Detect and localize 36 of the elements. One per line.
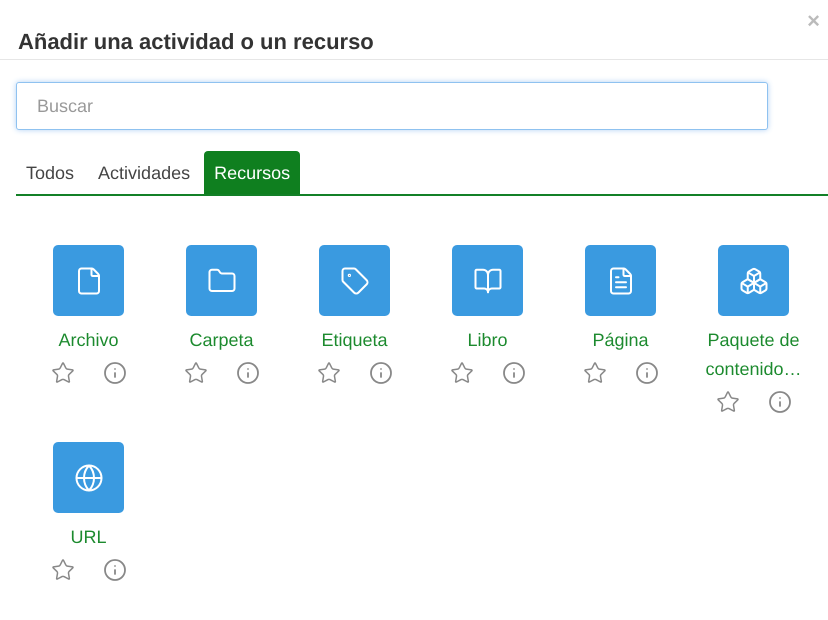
- resource-tile[interactable]: [53, 442, 124, 513]
- tab[interactable]: Todos: [16, 151, 84, 194]
- resource-tile[interactable]: [53, 245, 124, 316]
- star-button[interactable]: [184, 361, 208, 385]
- resource-name[interactable]: Archivo: [26, 326, 150, 355]
- star-button[interactable]: [50, 558, 74, 582]
- star-button[interactable]: [450, 361, 474, 385]
- resource-name[interactable]: URL: [26, 523, 150, 552]
- star-button[interactable]: [716, 390, 740, 414]
- info-button[interactable]: [768, 390, 792, 414]
- search-field[interactable]: Buscar: [16, 82, 768, 130]
- resource-name[interactable]: Paquete de contenido…: [692, 326, 816, 384]
- boxes-icon: [738, 266, 768, 296]
- tab[interactable]: Recursos: [204, 151, 300, 194]
- info-button[interactable]: [102, 361, 126, 385]
- resource-tile[interactable]: [452, 245, 523, 316]
- resource-name[interactable]: Libro: [426, 326, 550, 355]
- resource-name[interactable]: Página: [558, 326, 682, 355]
- globe-icon: [74, 462, 104, 492]
- info-button[interactable]: [368, 361, 392, 385]
- info-button[interactable]: [634, 361, 658, 385]
- star-button[interactable]: [316, 361, 340, 385]
- star-button[interactable]: [582, 361, 606, 385]
- resource-tile[interactable]: [718, 245, 789, 316]
- info-button[interactable]: [102, 558, 126, 582]
- info-button[interactable]: [236, 361, 260, 385]
- tag-icon: [340, 266, 370, 296]
- resource-tile[interactable]: [186, 245, 257, 316]
- star-button[interactable]: [50, 361, 74, 385]
- resource-name[interactable]: Carpeta: [160, 326, 284, 355]
- resource-tile[interactable]: [585, 245, 656, 316]
- resource-tile[interactable]: [319, 245, 390, 316]
- info-button[interactable]: [502, 361, 526, 385]
- tab[interactable]: Actividades: [88, 151, 200, 194]
- dialog-title: Añadir una actividad o un recurso: [18, 29, 374, 55]
- resource-name[interactable]: Etiqueta: [292, 326, 416, 355]
